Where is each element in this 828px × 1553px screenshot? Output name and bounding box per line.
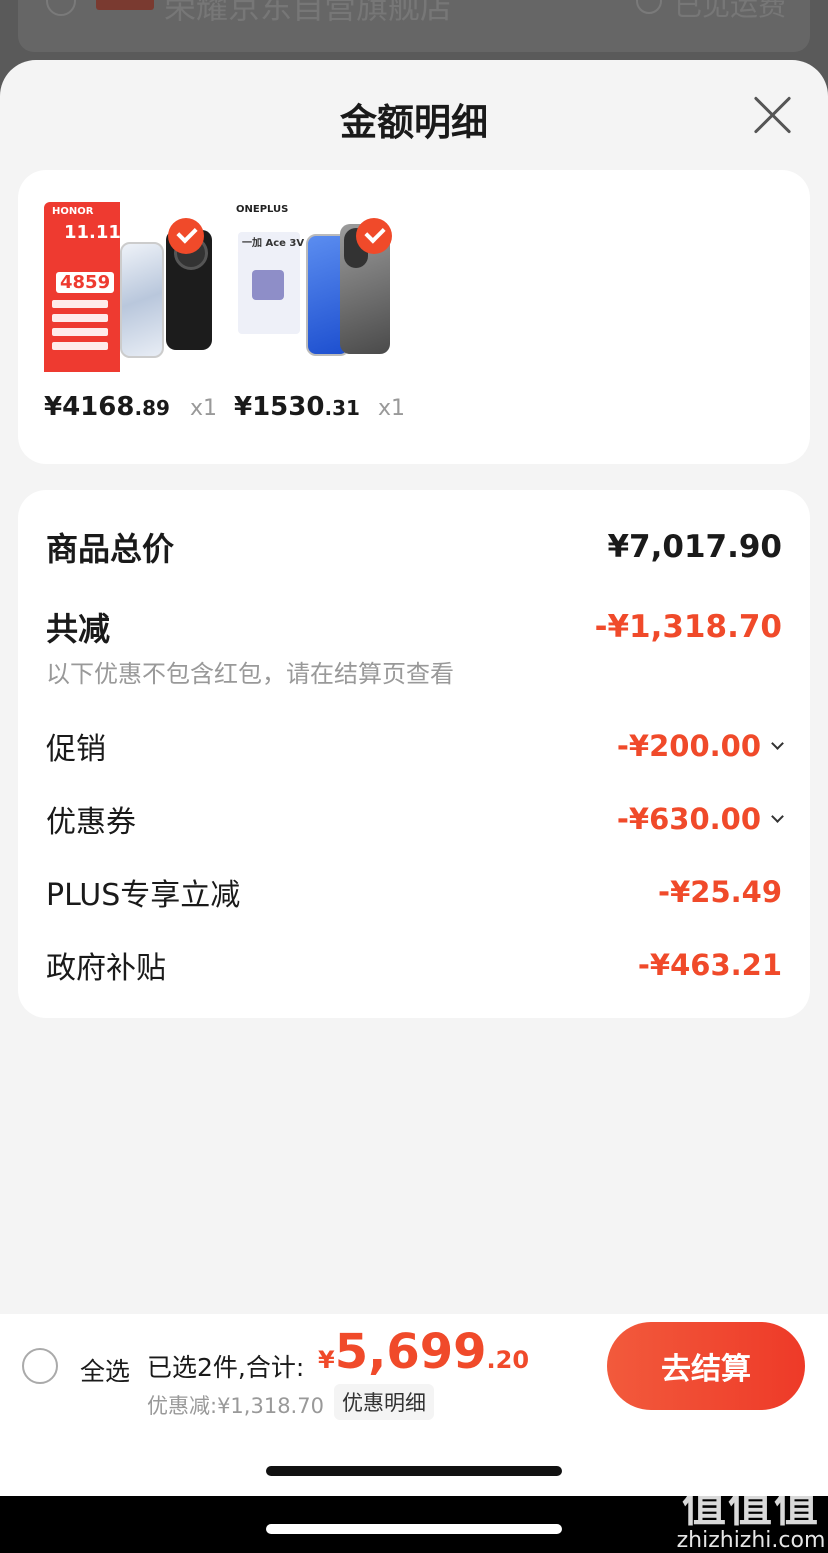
chevron-down-icon[interactable]: [771, 809, 784, 823]
grand-total-decimal: .20: [486, 1346, 530, 1374]
home-indicator[interactable]: [266, 1466, 562, 1476]
total-reduce-row: 共减 -¥1,318.70: [46, 604, 782, 650]
brand-label: ONEPLUS: [236, 204, 289, 215]
promo-price: 4859: [56, 272, 115, 293]
watermark-url: zhizhizhi.com: [676, 1528, 826, 1553]
gov-subsidy-row: 政府补贴 -¥463.21: [46, 943, 782, 987]
chevron-down-icon[interactable]: [771, 736, 784, 750]
total-reduce-value: -¥1,318.70: [594, 609, 782, 645]
product-price: ¥1530.31: [234, 392, 360, 422]
price-integer: ¥4168: [44, 392, 135, 422]
promotion-amount: -¥200.00: [616, 729, 761, 763]
total-price-value: ¥7,017.90: [607, 529, 782, 565]
total-price-label: 商品总价: [46, 530, 175, 568]
coupon-value: -¥630.00: [616, 802, 784, 836]
plus-discount-label: PLUS专享立减: [46, 878, 241, 913]
product-quantity: x1: [378, 396, 406, 421]
promotion-row[interactable]: 促销 -¥200.00: [46, 724, 784, 768]
amount-detail-sheet: 金额明细 HONOR 11.11 4859 ¥4168.89 x1 ONEPLU…: [0, 60, 828, 1496]
total-price-row: 商品总价 ¥7,017.90: [46, 524, 782, 570]
promotion-label: 促销: [46, 732, 106, 767]
promo-line: [52, 314, 108, 322]
price-decimal: .89: [134, 396, 170, 420]
check-icon[interactable]: [168, 218, 204, 254]
phone-front-image: [120, 242, 164, 358]
model-label: 一加 Ace 3V: [242, 238, 305, 249]
select-all-radio-icon[interactable]: [22, 1348, 58, 1384]
watermark-logo: 值值值: [682, 1481, 820, 1532]
discount-summary: 优惠减:¥1,318.70: [147, 1394, 324, 1418]
grand-total: ¥5,699.20: [318, 1324, 529, 1380]
coupon-label: 优惠券: [46, 805, 136, 840]
brand-label: HONOR: [52, 206, 94, 217]
close-icon[interactable]: [752, 94, 794, 136]
sheet-title: 金额明细: [340, 101, 488, 144]
promotion-value: -¥200.00: [616, 729, 784, 763]
price-integer: ¥1530: [234, 392, 325, 422]
gov-subsidy-label: 政府补贴: [46, 951, 166, 986]
promo-line: [52, 342, 108, 350]
background-store-name: 荣耀京东自营旗舰店: [164, 0, 453, 26]
total-reduce-label: 共减: [46, 610, 111, 648]
shield-icon: [252, 270, 284, 300]
checkout-button[interactable]: 去结算: [607, 1322, 805, 1410]
promo-line: [52, 328, 108, 336]
watermark: 值值值 zhizhizhi.com: [676, 1470, 826, 1553]
grand-total-currency: ¥: [318, 1346, 335, 1374]
products-card: HONOR 11.11 4859 ¥4168.89 x1 ONEPLUS 一加 …: [18, 170, 810, 464]
promo-line: [52, 300, 108, 308]
plus-discount-value: -¥25.49: [658, 875, 782, 909]
background-right-text: 已见运费: [674, 0, 787, 22]
home-indicator[interactable]: [266, 1524, 562, 1534]
promo-label: 11.11: [64, 222, 121, 243]
selected-count-text: 已选2件,合计:: [147, 1353, 305, 1382]
background-store-tag: [96, 0, 154, 10]
plus-discount-row: PLUS专享立减 -¥25.49: [46, 870, 782, 914]
price-decimal: .31: [324, 396, 360, 420]
product-quantity: x1: [190, 396, 218, 421]
gov-subsidy-value: -¥463.21: [637, 948, 782, 982]
grand-total-integer: 5,699: [334, 1324, 487, 1380]
coupon-row[interactable]: 优惠券 -¥630.00: [46, 797, 784, 841]
price-summary-card: 商品总价 ¥7,017.90 共减 -¥1,318.70 以下优惠不包含红包，请…: [18, 490, 810, 1018]
coupon-amount: -¥630.00: [616, 802, 761, 836]
discount-detail-link[interactable]: 优惠明细: [334, 1384, 434, 1420]
select-all-label[interactable]: 全选: [80, 1352, 130, 1388]
checkout-bar: 全选 已选2件,合计: ¥5,699.20 优惠减:¥1,318.70 优惠明细…: [0, 1314, 828, 1420]
check-icon[interactable]: [356, 218, 392, 254]
discount-note: 以下优惠不包含红包，请在结算页查看: [46, 660, 454, 688]
product-price: ¥4168.89: [44, 392, 170, 422]
